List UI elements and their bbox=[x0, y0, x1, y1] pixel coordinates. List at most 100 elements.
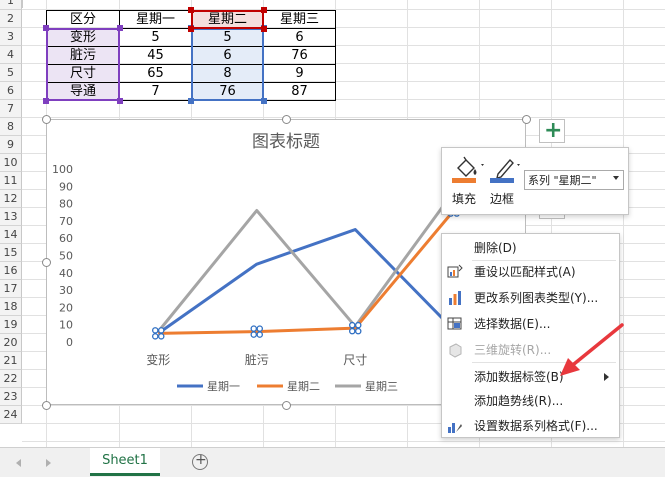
border-button[interactable]: 边框 bbox=[488, 152, 526, 210]
chart-resize-handle[interactable] bbox=[42, 401, 51, 410]
chart-resize-handle[interactable] bbox=[42, 115, 51, 124]
context-menu-item-label: 三维旋转(R)... bbox=[474, 343, 552, 357]
context-menu-item[interactable]: 添加数据标签(B) bbox=[442, 365, 619, 389]
row-header[interactable]: 22 bbox=[0, 370, 22, 388]
chart-resize-handle[interactable] bbox=[282, 401, 291, 410]
legend-label[interactable]: 星期三 bbox=[365, 380, 398, 393]
range-handle[interactable] bbox=[117, 98, 123, 104]
context-menu-item-label: 添加趋势线(R)... bbox=[474, 394, 564, 408]
range-handle[interactable] bbox=[188, 7, 194, 13]
row-header[interactable]: 2 bbox=[0, 10, 22, 28]
series-line-1[interactable] bbox=[157, 228, 455, 335]
table-header-cell[interactable]: 星期三 bbox=[263, 10, 336, 29]
add-sheet-button[interactable]: + bbox=[192, 452, 208, 470]
row-header[interactable]: 21 bbox=[0, 352, 22, 370]
series-line-2[interactable] bbox=[158, 209, 455, 335]
row-header[interactable]: 9 bbox=[0, 136, 22, 154]
range-handle[interactable] bbox=[43, 25, 49, 31]
table-cell[interactable]: 5 bbox=[191, 28, 264, 47]
sheet-tab-sheet1[interactable]: Sheet1 bbox=[90, 448, 160, 476]
row-header[interactable]: 5 bbox=[0, 64, 22, 82]
y-tick-label: 60 bbox=[59, 232, 73, 245]
row-header[interactable]: 24 bbox=[0, 406, 22, 424]
range-handle[interactable] bbox=[261, 98, 267, 104]
y-tick-label: 90 bbox=[59, 180, 73, 193]
range-handle[interactable] bbox=[188, 26, 194, 32]
row-header[interactable]: 13 bbox=[0, 208, 22, 226]
plus-icon: + bbox=[544, 118, 563, 143]
row-header[interactable]: 4 bbox=[0, 46, 22, 64]
y-tick-label: 0 bbox=[66, 336, 73, 349]
context-menu-item-label: 删除(D) bbox=[474, 241, 517, 255]
range-handle[interactable] bbox=[188, 98, 194, 104]
row-header[interactable]: 6 bbox=[0, 82, 22, 100]
row-header[interactable]: 11 bbox=[0, 172, 22, 190]
table-header-cell[interactable]: 区分 bbox=[46, 10, 120, 29]
row-header[interactable]: 1 bbox=[0, 0, 22, 10]
x-tick-label: 变形 bbox=[146, 352, 170, 367]
context-menu-item[interactable]: 选择数据(E)... bbox=[442, 312, 619, 336]
chart-resize-handle[interactable] bbox=[522, 115, 531, 124]
fill-button[interactable]: 填充 bbox=[448, 152, 486, 210]
row-header[interactable]: 23 bbox=[0, 388, 22, 406]
range-handle[interactable] bbox=[43, 98, 49, 104]
row-header[interactable]: 8 bbox=[0, 118, 22, 136]
table-header-cell[interactable]: 星期二 bbox=[191, 10, 264, 29]
table-cell[interactable]: 6 bbox=[263, 28, 336, 47]
table-cell[interactable]: 5 bbox=[119, 28, 192, 47]
row-header[interactable]: 3 bbox=[0, 28, 22, 46]
chart-resize-handle[interactable] bbox=[42, 258, 51, 267]
table-cell[interactable]: 76 bbox=[263, 46, 336, 65]
table-cell[interactable]: 6 bbox=[191, 46, 264, 65]
table-cell[interactable]: 尺寸 bbox=[46, 64, 120, 83]
row-header[interactable]: 15 bbox=[0, 244, 22, 262]
context-menu-item: 三维旋转(R)... bbox=[442, 338, 619, 362]
row-header[interactable]: 12 bbox=[0, 190, 22, 208]
table-cell[interactable]: 9 bbox=[263, 64, 336, 83]
chart-resize-handle[interactable] bbox=[282, 115, 291, 124]
chart-title[interactable]: 图表标题 bbox=[252, 132, 320, 152]
table-select-icon bbox=[447, 316, 463, 332]
y-tick-label: 100 bbox=[52, 163, 73, 176]
table-cell[interactable]: 87 bbox=[263, 82, 336, 101]
pen-icon bbox=[490, 158, 520, 183]
bar-chart-icon bbox=[447, 290, 463, 306]
spreadsheet-grid[interactable]: 1 2 3 4 5 6 7 8 9 10 11 12 13 14 15 16 17 18 19 20 21 22 23 24 … bbox=[0, 0, 665, 460]
table-cell[interactable]: 45 bbox=[119, 46, 192, 65]
row-header[interactable]: 18 bbox=[0, 298, 22, 316]
table-cell[interactable]: 导通 bbox=[46, 82, 120, 101]
legend-label[interactable]: 星期一 bbox=[207, 380, 240, 393]
context-menu-item[interactable]: 添加趋势线(R)... bbox=[442, 389, 619, 413]
triangle-left-icon[interactable] bbox=[16, 459, 21, 467]
table-cell[interactable]: 7 bbox=[119, 82, 192, 101]
table-cell[interactable]: 脏污 bbox=[46, 46, 120, 65]
table-cell[interactable]: 76 bbox=[191, 82, 264, 101]
table-header-cell[interactable]: 星期一 bbox=[119, 10, 192, 29]
row-header[interactable]: 16 bbox=[0, 262, 22, 280]
table-cell[interactable]: 8 bbox=[191, 64, 264, 83]
row-header[interactable]: 17 bbox=[0, 280, 22, 298]
range-handle[interactable] bbox=[117, 25, 123, 31]
context-menu-item[interactable]: 更改系列图表类型(Y)... bbox=[442, 286, 619, 310]
row-header[interactable]: 20 bbox=[0, 334, 22, 352]
format-mini-toolbar: 填充 边框 系列 "星期二" bbox=[441, 147, 629, 215]
range-handle[interactable] bbox=[261, 26, 267, 32]
row-header[interactable]: 10 bbox=[0, 154, 22, 172]
table-cell[interactable]: 变形 bbox=[46, 28, 120, 47]
reset-style-icon bbox=[447, 264, 463, 280]
context-menu-item[interactable]: 设置数据系列格式(F)... bbox=[442, 414, 619, 438]
plus-circle-icon: + bbox=[195, 452, 207, 468]
context-menu-item[interactable]: 重设以匹配样式(A) bbox=[442, 260, 619, 284]
row-header[interactable]: 7 bbox=[0, 100, 22, 118]
triangle-right-icon[interactable] bbox=[46, 459, 51, 467]
context-menu-item[interactable]: 删除(D) bbox=[442, 236, 619, 260]
fill-label: 填充 bbox=[452, 192, 477, 206]
row-header[interactable]: 14 bbox=[0, 226, 22, 244]
range-handle[interactable] bbox=[261, 7, 267, 13]
series-selector-dropdown[interactable]: 系列 "星期二" bbox=[524, 170, 624, 190]
chart-elements-button[interactable]: + bbox=[539, 118, 565, 143]
legend-label[interactable]: 星期二 bbox=[287, 380, 320, 393]
series-selector-value: 系列 "星期二" bbox=[528, 174, 597, 187]
row-header[interactable]: 19 bbox=[0, 316, 22, 334]
table-cell[interactable]: 65 bbox=[119, 64, 192, 83]
